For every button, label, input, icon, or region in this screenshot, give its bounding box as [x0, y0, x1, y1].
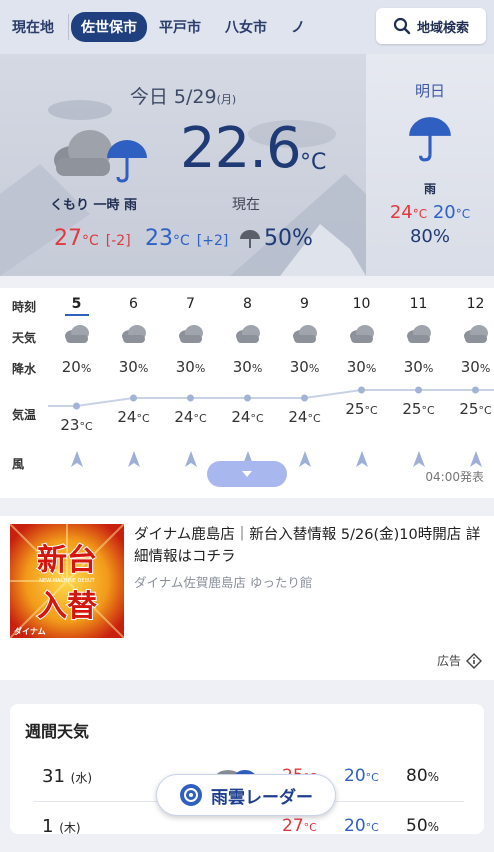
tomorrow-condition: 雨: [423, 182, 436, 196]
umbrella-icon: [107, 140, 147, 183]
today-low-diff: [+2]: [196, 233, 229, 249]
svg-text:新台: 新台: [37, 543, 97, 578]
weekly-precip: 50%: [406, 816, 439, 836]
today-low: 23°C [+2]: [145, 226, 228, 251]
weekly-dow: (水): [70, 771, 93, 785]
issued-time: 04:00発表: [425, 470, 484, 484]
tomorrow-low-unit: °C: [455, 207, 471, 221]
tab-partial[interactable]: ノ: [279, 17, 317, 37]
today-low-value: 23: [145, 226, 173, 251]
weekly-high: 27°C: [282, 816, 317, 836]
today-date-heading: 今日 5/29(月): [0, 82, 366, 109]
tab-sasebo[interactable]: 佐世保市: [71, 12, 147, 42]
svg-text:入替: 入替: [37, 589, 97, 624]
weekly-high-value: 27: [282, 816, 304, 836]
search-icon: [393, 17, 411, 35]
tomorrow-precip: 80%: [409, 226, 450, 247]
tomorrow-high: 24: [389, 202, 413, 223]
info-icon: [466, 652, 482, 669]
weekly-precip-unit: %: [427, 770, 440, 784]
weekly-date: 1 (木): [42, 816, 81, 837]
ad-label[interactable]: 広告: [437, 652, 482, 669]
current-temperature: 22.6: [180, 116, 302, 181]
today-label: 今日: [129, 86, 168, 108]
today-card[interactable]: 今日 5/29(月) 22.6 °C くもり 一時 雨 現在 27°C [-2]…: [0, 54, 366, 276]
weekly-date: 31 (水): [42, 766, 92, 787]
weekly-dow: (木): [59, 821, 81, 835]
today-dow: (月): [216, 93, 237, 106]
svg-text:NEW MACHINE DEBUT: NEW MACHINE DEBUT: [39, 578, 95, 584]
tab-divider: [68, 14, 69, 40]
region-search-button[interactable]: 地域検索: [376, 8, 486, 44]
temperature-point: [130, 394, 137, 402]
today-high-unit: °C: [82, 233, 99, 249]
tab-yame[interactable]: 八女市: [213, 17, 279, 37]
today-high-value: 27: [54, 226, 82, 251]
today-high: 27°C [-2]: [54, 226, 131, 251]
current-temperature-unit: °C: [300, 150, 327, 175]
today-high-diff: [-2]: [105, 233, 131, 249]
chevron-down-icon: [242, 471, 252, 477]
hourly-forecast[interactable]: 5 20% 23°C 6 30% 24°C 7 30% 24°C 8 30% 24°C 9 30% 24°C…: [0, 288, 494, 498]
expand-hourly-button[interactable]: [207, 461, 287, 487]
ad-card[interactable]: 新台 NEW MACHINE DEBUT 入替 ダイナム ダイナム鹿島店｜新台入…: [0, 516, 494, 680]
row-label-weather: 天気: [12, 331, 37, 345]
weekly-low-unit: °C: [365, 821, 379, 834]
ad-advertiser: ダイナム佐賀鹿島店 ゆったり館: [134, 575, 313, 590]
radar-icon: [180, 784, 202, 806]
temperature-point: [73, 402, 80, 410]
row-label-temp: 気温: [12, 408, 37, 422]
tomorrow-low: 20: [432, 202, 456, 223]
weekly-row[interactable]: 1 (木) 27°C 20°C 50%: [10, 812, 484, 852]
today-precip: 50%: [264, 226, 313, 251]
today-date: 5/29: [173, 86, 217, 108]
row-label-wind: 風: [12, 457, 25, 471]
temperature-point: [415, 386, 422, 394]
ad-image[interactable]: 新台 NEW MACHINE DEBUT 入替 ダイナム: [10, 524, 124, 638]
weekly-day: 1: [42, 816, 54, 837]
row-label-time: 時刻: [12, 300, 37, 314]
ad-title[interactable]: ダイナム鹿島店｜新台入替情報 5/26(金)10時開店 詳細情報はコチラ: [134, 524, 484, 568]
tab-hirado[interactable]: 平戸市: [147, 17, 213, 37]
weekly-title: 週間天気: [25, 722, 90, 741]
rain-radar-label: 雨雲レーダー: [211, 787, 313, 808]
tomorrow-card[interactable]: 明日 雨 24°C 20°C 80%: [366, 54, 494, 276]
weekly-high-unit: °C: [303, 821, 317, 834]
weekly-low-value: 20: [344, 816, 366, 836]
temperature-point: [301, 394, 308, 402]
temperature-point: [358, 386, 365, 394]
tomorrow-high-unit: °C: [412, 207, 428, 221]
tab-current-location[interactable]: 現在地: [0, 17, 66, 37]
weekly-precip: 80%: [406, 766, 439, 786]
weekly-precip-value: 50: [406, 816, 428, 836]
weekly-day: 31: [42, 766, 65, 787]
weekly-low: 20°C: [344, 816, 379, 836]
rain-radar-button[interactable]: 雨雲レーダー: [156, 774, 336, 816]
hourly-row-labels: 時刻 天気 降水 気温 風: [0, 288, 48, 498]
tomorrow-label: 明日: [414, 82, 445, 100]
temperature-point: [244, 394, 251, 402]
today-low-unit: °C: [173, 233, 190, 249]
tomorrow-temps: 24°C 20°C: [366, 202, 494, 223]
temperature-point: [187, 394, 194, 402]
umbrella-icon: [409, 117, 451, 162]
weekly-low-unit: °C: [365, 771, 379, 784]
weekly-precip-unit: %: [427, 820, 440, 834]
weekly-low-value: 20: [344, 766, 366, 786]
temperature-point: [472, 386, 479, 394]
current-label: 現在: [232, 197, 260, 213]
small-umbrella-icon: [240, 230, 260, 248]
weekly-low: 20°C: [344, 766, 379, 786]
row-label-precip: 降水: [12, 362, 37, 376]
svg-text:ダイナム: ダイナム: [14, 626, 46, 636]
weekly-precip-value: 80: [406, 766, 428, 786]
today-condition: くもり 一時 雨: [50, 198, 138, 213]
search-button-label: 地域検索: [416, 20, 469, 36]
ad-label-text: 広告: [436, 654, 461, 668]
